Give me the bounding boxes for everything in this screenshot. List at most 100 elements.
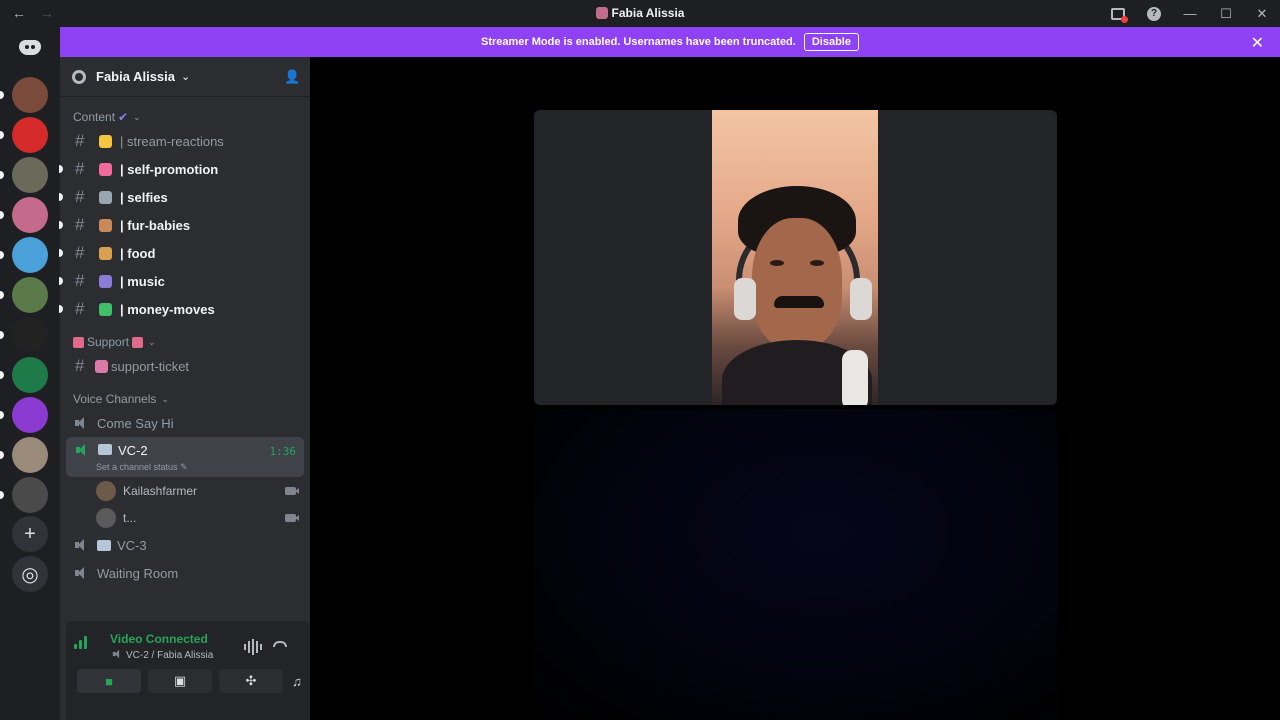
voice-channel-label: VC-2	[118, 443, 148, 458]
text-channel[interactable]: # | music	[59, 267, 310, 295]
chevron-down-icon: ⌄	[148, 336, 156, 347]
channel-emoji-icon	[95, 359, 108, 373]
pencil-icon: ✎	[180, 462, 188, 472]
banner-message: Streamer Mode is enabled. Usernames have…	[481, 36, 796, 48]
server-header[interactable]: Fabia Alissia ⌄ 👤	[60, 57, 310, 97]
voice-channel-label: VC-3	[117, 537, 147, 553]
server-icon[interactable]	[12, 397, 48, 433]
camera-button[interactable]: ■	[77, 669, 141, 693]
screen-share-icon: ▣	[173, 673, 187, 688]
server-icon[interactable]	[12, 117, 48, 153]
hash-icon: #	[75, 299, 85, 318]
back-arrow-icon[interactable]: ←	[12, 5, 26, 21]
channel-emoji-icon	[99, 218, 112, 232]
category-voice-channels[interactable]: Voice Channels ⌄	[60, 389, 310, 409]
server-icon[interactable]	[12, 357, 48, 393]
support-emoji-icon	[73, 336, 84, 348]
category-support[interactable]: Support ⌄	[60, 332, 310, 352]
channel-support-ticket[interactable]: # support-ticket	[60, 352, 310, 380]
voice-channel-vc3[interactable]: VC-3	[60, 531, 310, 559]
server-icon[interactable]	[12, 477, 48, 513]
hash-icon: #	[75, 271, 85, 290]
channel-label: | self-promotion	[120, 161, 219, 177]
voice-status-title[interactable]: Video Connected	[110, 632, 208, 646]
add-server-button[interactable]: +	[12, 516, 48, 552]
channel-emoji-icon	[97, 539, 111, 551]
share-screen-button[interactable]: ▣	[148, 669, 212, 693]
title-bar: ← → Fabia Alissia ? — ☐ ✕	[0, 0, 1280, 27]
maximize-button[interactable]: ☐	[1208, 0, 1244, 27]
camera-icon: ■	[105, 673, 113, 689]
unread-indicator	[0, 451, 4, 459]
close-icon[interactable]: ✕	[1251, 33, 1264, 53]
voice-location-text: VC-2 / Fabia Alissia	[126, 650, 214, 661]
chevron-down-icon: ⌄	[161, 393, 169, 404]
discover-button[interactable]: ◎	[12, 556, 48, 592]
invite-people-icon[interactable]: 👤	[284, 69, 300, 85]
disable-streamer-mode-button[interactable]: Disable	[803, 33, 859, 51]
window-title: Fabia Alissia	[0, 6, 1280, 20]
video-tile[interactable]	[534, 110, 1057, 405]
server-icon[interactable]	[12, 437, 48, 473]
inbox-button[interactable]	[1100, 0, 1136, 27]
text-channel[interactable]: # | food	[59, 239, 310, 267]
unread-indicator	[0, 91, 4, 99]
text-channel[interactable]: # | money-moves	[59, 295, 310, 323]
voice-status-subtitle[interactable]: VC-2 / Fabia Alissia	[110, 648, 213, 661]
signal-strength-icon[interactable]	[74, 635, 88, 649]
voice-member[interactable]: t...	[60, 504, 310, 531]
voice-member[interactable]: Kailashfarmer	[60, 477, 310, 504]
text-channel[interactable]: # | fur-babies	[59, 211, 310, 239]
avatar	[96, 480, 116, 501]
unread-indicator	[0, 251, 4, 259]
channel-status-text: Set a channel status	[96, 462, 178, 472]
inbox-icon	[1111, 7, 1128, 23]
channel-emoji-icon	[99, 190, 112, 204]
category-content[interactable]: Content ✔ ⌄	[60, 107, 310, 127]
unread-indicator	[0, 171, 4, 179]
set-channel-status[interactable]: Set a channel status ✎	[96, 462, 188, 473]
unread-indicator	[0, 331, 4, 339]
server-icon	[595, 7, 608, 19]
speaker-icon	[74, 539, 88, 551]
server-icon[interactable]	[12, 317, 48, 353]
server-icon[interactable]	[12, 237, 48, 273]
soundboard-button[interactable]: ♫	[290, 669, 304, 693]
channel-label: | money-moves	[120, 301, 215, 317]
text-channel[interactable]: # | self-promotion	[59, 155, 310, 183]
server-icon[interactable]	[12, 77, 48, 113]
server-icon[interactable]	[12, 277, 48, 313]
channel-label: support-ticket	[111, 358, 190, 374]
disconnect-icon[interactable]	[273, 641, 287, 647]
close-window-button[interactable]: ✕	[1244, 0, 1280, 27]
unread-indicator	[0, 291, 4, 299]
video-camera-icon	[285, 487, 299, 495]
voice-channel-vc2[interactable]: VC-2 1:36 Set a channel status ✎	[66, 437, 304, 477]
hash-icon: #	[75, 215, 85, 234]
help-button[interactable]: ?	[1136, 0, 1172, 27]
voice-channel-waiting-room[interactable]: Waiting Room	[60, 559, 310, 587]
video-stage	[310, 57, 1280, 720]
unread-indicator	[0, 211, 4, 219]
channel-label: | music	[120, 273, 165, 289]
voice-channel-label: Come Say Hi	[97, 415, 174, 431]
unread-indicator	[0, 491, 4, 499]
minimize-button[interactable]: —	[1172, 0, 1208, 27]
voice-channel-come-say-hi[interactable]: Come Say Hi	[60, 409, 310, 437]
server-icon[interactable]	[12, 197, 48, 233]
text-channel[interactable]: # | stream-reactions	[60, 127, 310, 155]
unread-indicator	[0, 131, 4, 139]
support-emoji-icon	[132, 336, 144, 348]
channel-emoji-icon	[99, 134, 112, 148]
discord-home-button[interactable]	[12, 31, 48, 63]
plus-icon: +	[24, 522, 36, 545]
unread-indicator	[59, 249, 63, 257]
hash-icon: #	[75, 243, 85, 262]
text-channel[interactable]: # | selfies	[59, 183, 310, 211]
noise-suppression-icon[interactable]	[244, 639, 262, 655]
activities-button[interactable]: ✣	[219, 669, 283, 693]
member-name: Kailashfarmer	[123, 483, 198, 498]
forward-arrow-icon[interactable]: →	[40, 5, 54, 21]
category-label: Voice Channels	[73, 392, 157, 406]
server-icon[interactable]	[12, 157, 48, 193]
